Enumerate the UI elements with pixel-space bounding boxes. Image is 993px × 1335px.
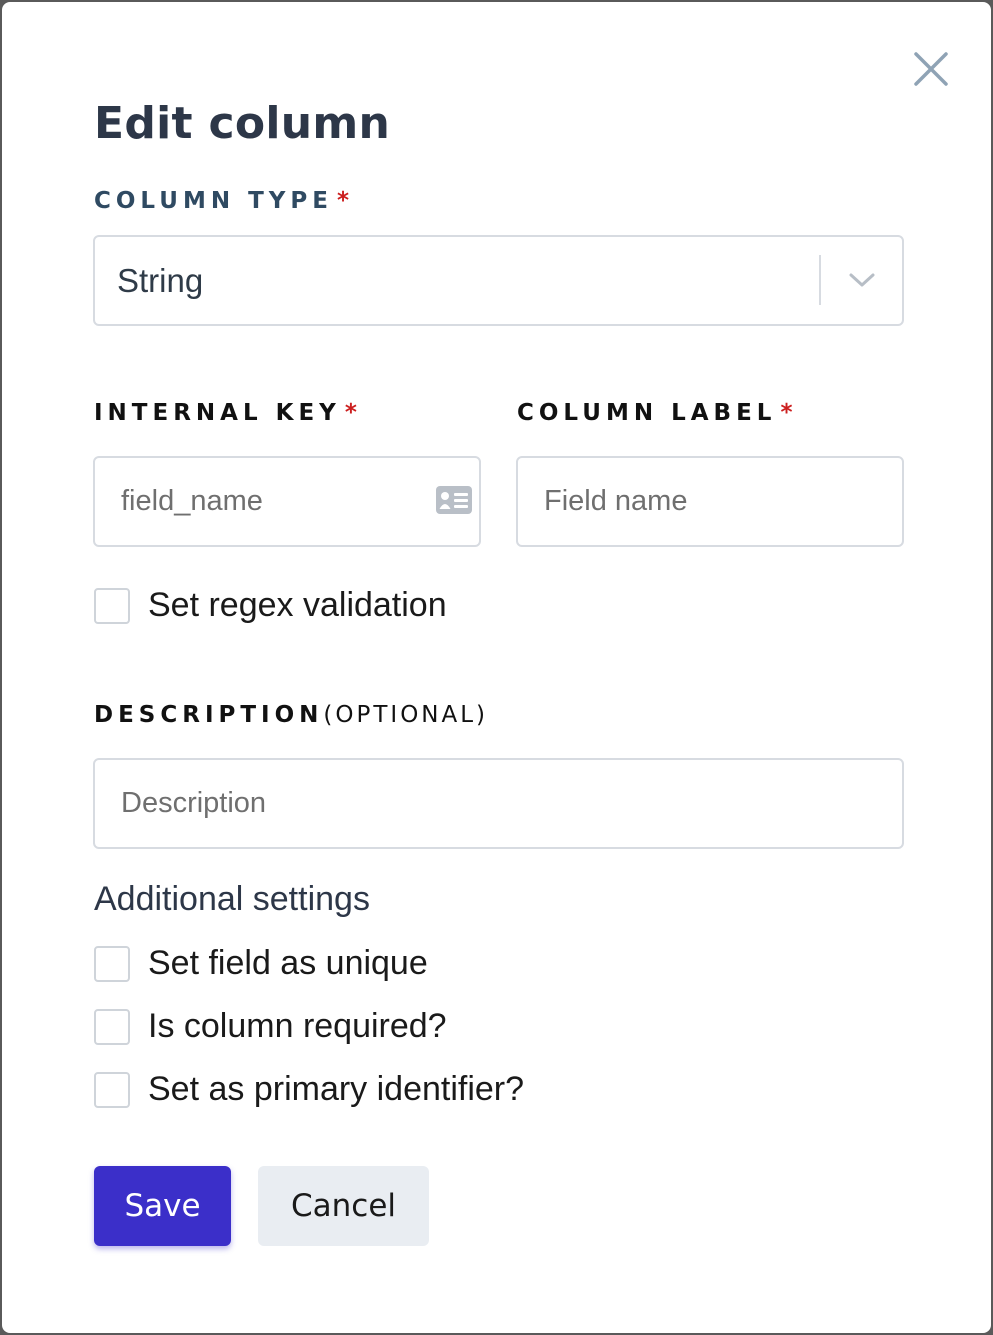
save-button[interactable]: Save [94, 1166, 231, 1246]
required-mark: * [344, 400, 357, 426]
column-type-label: COLUMN TYPE * [94, 188, 349, 214]
column-type-dropdown-toggle[interactable] [845, 265, 879, 295]
select-divider [819, 255, 821, 305]
optional-tag: (OPTIONAL) [323, 702, 489, 728]
column-required-checkbox[interactable] [94, 1008, 130, 1045]
primary-identifier-checkbox[interactable] [94, 1071, 130, 1108]
cancel-button[interactable]: Cancel [258, 1166, 429, 1246]
internal-key-field [93, 456, 481, 547]
close-icon [914, 52, 948, 86]
column-label-label: COLUMN LABEL * [517, 400, 792, 426]
unique-field-option[interactable]: Set field as unique [94, 944, 428, 983]
close-button[interactable] [908, 46, 954, 92]
regex-validation-option[interactable]: Set regex validation [94, 586, 447, 625]
column-type-label-text: COLUMN TYPE [94, 188, 333, 214]
unique-field-checkbox[interactable] [94, 945, 130, 982]
column-label-input[interactable] [518, 458, 902, 545]
required-mark: * [337, 188, 350, 214]
edit-column-dialog: Edit column COLUMN TYPE * String INTERNAL… [2, 2, 991, 1333]
description-field [93, 758, 904, 849]
column-label-field [516, 456, 904, 547]
chevron-down-icon [849, 273, 875, 287]
required-mark: * [780, 400, 793, 426]
id-card-icon [436, 486, 472, 514]
description-label-text: DESCRIPTION [94, 702, 324, 728]
column-label-label-text: COLUMN LABEL [517, 400, 777, 426]
unique-field-label: Set field as unique [148, 944, 428, 982]
column-type-select[interactable]: String [93, 235, 904, 326]
column-required-label: Is column required? [148, 1007, 447, 1045]
dialog-title: Edit column [94, 98, 391, 149]
description-label: DESCRIPTION(OPTIONAL) [94, 702, 488, 728]
description-input[interactable] [95, 760, 902, 847]
column-required-option[interactable]: Is column required? [94, 1007, 447, 1046]
internal-key-input[interactable] [95, 458, 479, 545]
regex-validation-label: Set regex validation [148, 586, 447, 624]
primary-identifier-option[interactable]: Set as primary identifier? [94, 1070, 524, 1109]
primary-identifier-label: Set as primary identifier? [148, 1070, 525, 1108]
regex-validation-checkbox[interactable] [94, 587, 130, 624]
internal-key-label-text: INTERNAL KEY [94, 400, 341, 426]
additional-settings-heading: Additional settings [94, 880, 370, 918]
column-type-value: String [117, 261, 204, 299]
internal-key-label: INTERNAL KEY * [94, 400, 357, 426]
